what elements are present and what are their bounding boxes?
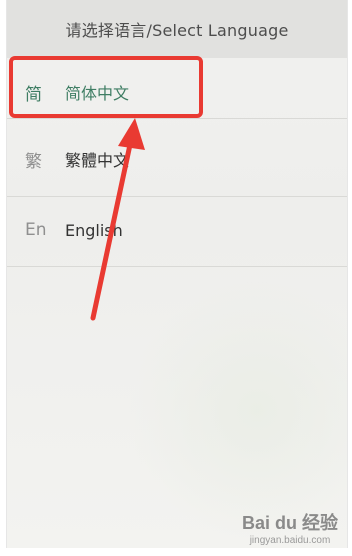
language-label: English xyxy=(65,220,123,240)
watermark-url: jingyan.baidu.com xyxy=(249,535,331,546)
language-label: 简体中文 xyxy=(65,84,130,103)
divider xyxy=(7,266,347,267)
language-option-english[interactable]: En English xyxy=(7,190,347,270)
title-bar: 请选择语言/Select Language xyxy=(7,0,347,58)
english-icon: En xyxy=(25,220,47,240)
page-title: 请选择语言/Select Language xyxy=(65,21,289,40)
simplified-chinese-icon: 简 xyxy=(25,84,42,105)
language-label: 繁體中文 xyxy=(65,151,130,170)
background-texture xyxy=(127,280,347,540)
language-option-traditional-chinese[interactable]: 繁 繁體中文 xyxy=(7,119,347,199)
baidu-logo: Bai du 经验 xyxy=(241,513,338,533)
traditional-chinese-icon: 繁 xyxy=(25,151,42,172)
baidu-jingyan-watermark: Bai du 经验 jingyan.baidu.com xyxy=(242,509,338,546)
phone-screen: 请选择语言/Select Language 简 简体中文 繁 繁體中文 En E… xyxy=(6,0,348,548)
